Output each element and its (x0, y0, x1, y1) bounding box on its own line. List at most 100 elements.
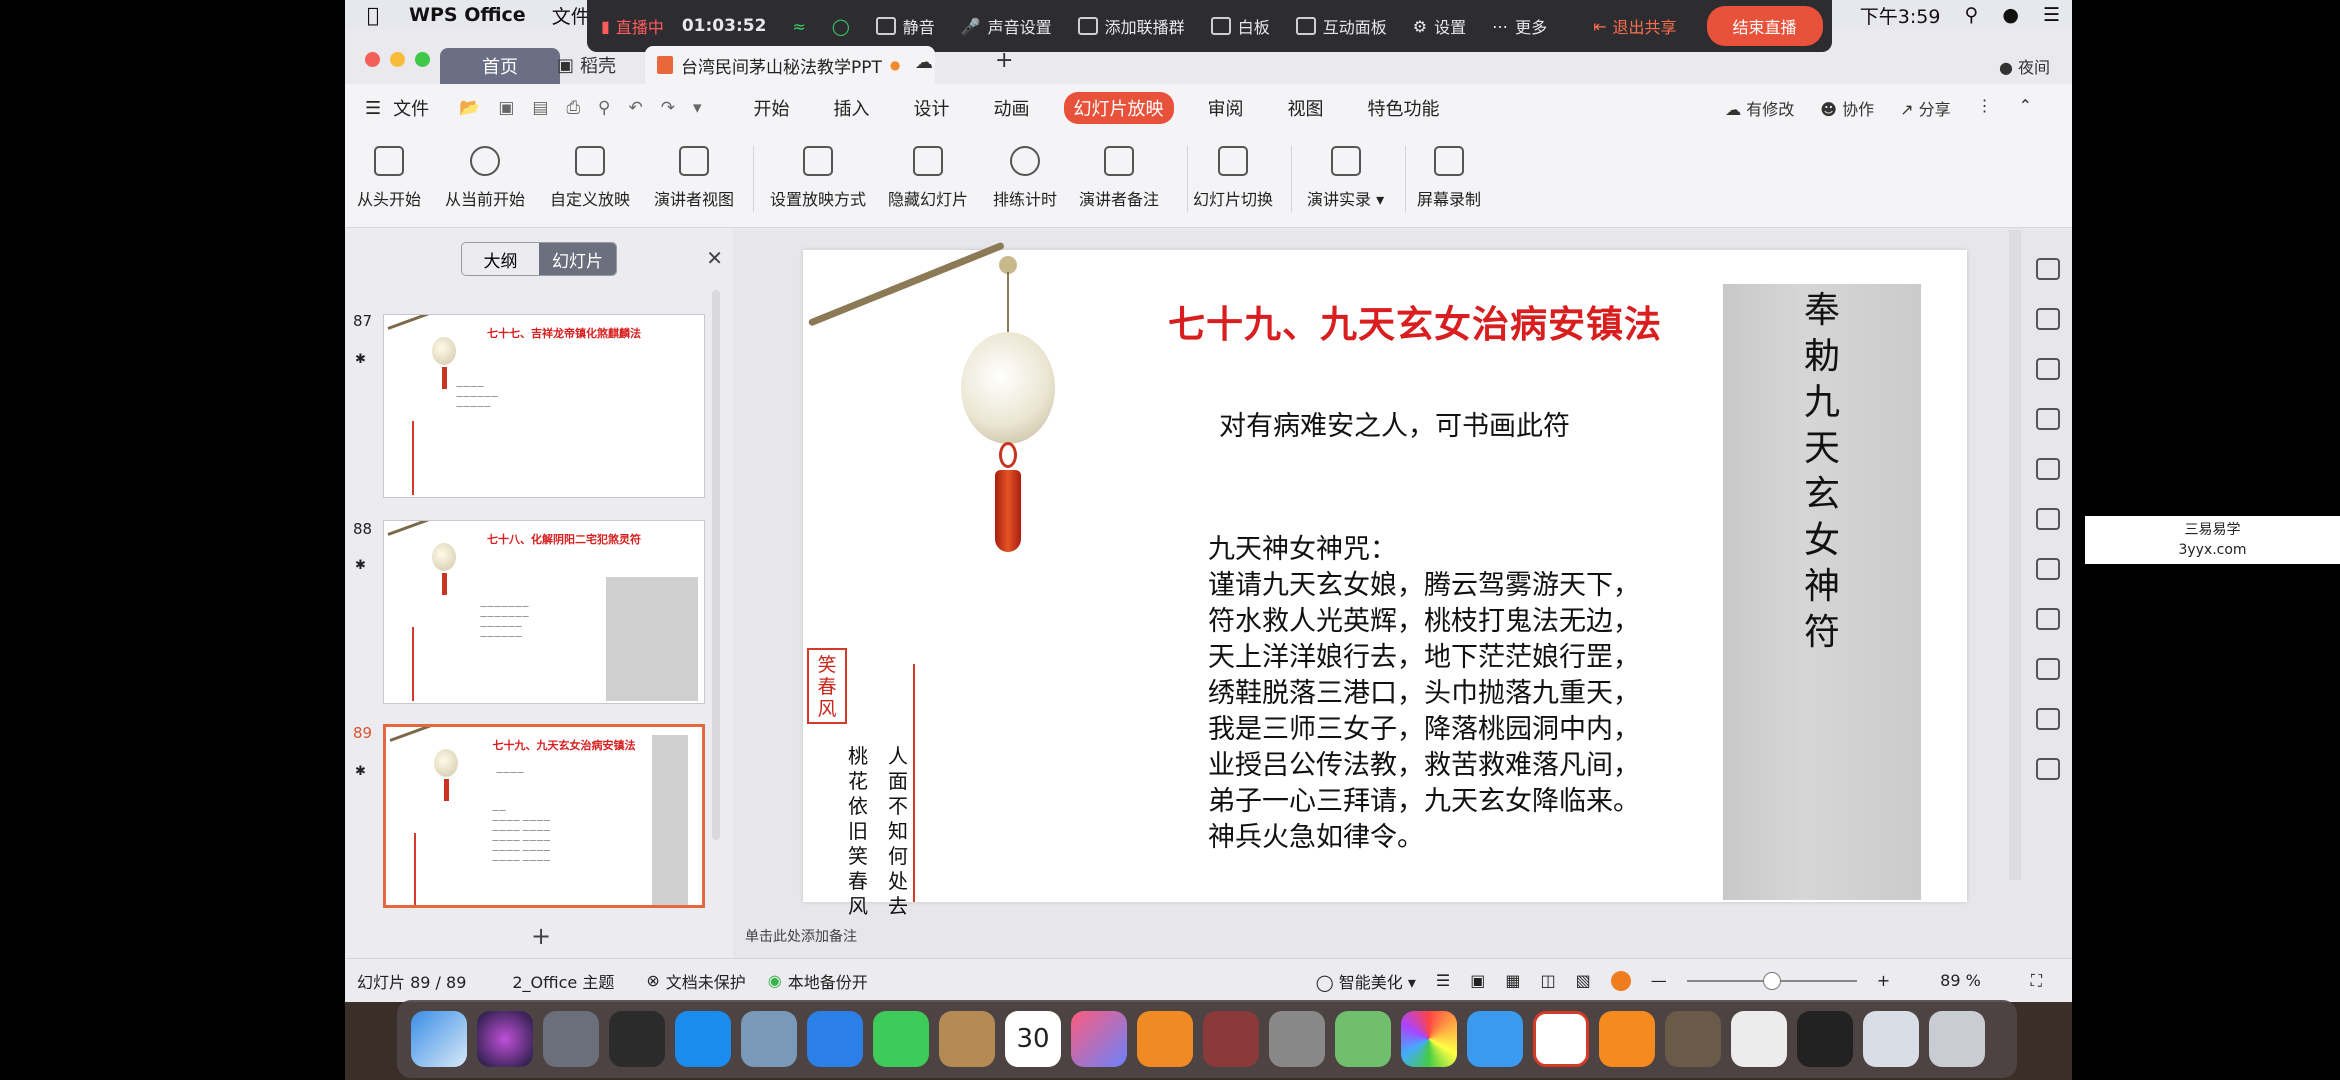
rehearse-button[interactable]: 排练计时 (993, 146, 1057, 210)
tab-template[interactable]: ▣ 稻壳 (557, 52, 616, 78)
open-icon[interactable]: 📂 (459, 98, 480, 118)
live-item-add-group[interactable]: 添加联播群 (1077, 14, 1185, 38)
image-icon[interactable] (2036, 708, 2060, 730)
new-tab-button[interactable]: + (995, 48, 1013, 73)
control-center-icon[interactable]: ☰ (2043, 4, 2060, 26)
live-item-mute[interactable]: 静音 (875, 14, 935, 38)
notes-placeholder[interactable]: 单击此处添加备注 (745, 926, 857, 946)
trash-icon[interactable] (1929, 1011, 1985, 1067)
style-icon[interactable] (2036, 308, 2060, 330)
terminal-icon[interactable] (1797, 1011, 1853, 1067)
fill-icon[interactable] (2036, 358, 2060, 380)
night-mode-button[interactable]: ● 夜间 (1999, 54, 2050, 78)
slide-thumbnail-87[interactable]: 七十七、吉祥龙帝镇化煞麒麟法 ———— —————— ————— (383, 314, 705, 498)
mission-control-icon[interactable] (609, 1011, 665, 1067)
play-from-current-button[interactable]: 从当前开始 (445, 146, 525, 210)
slide-canvas[interactable]: 七十九、九天玄女治病安镇法 对有病难安之人，可书画此符 九天神女神咒： 谨请九天… (803, 241, 1967, 918)
redo-icon[interactable]: ↷ (661, 98, 675, 118)
live-item-settings[interactable]: ⚙ 设置 (1413, 14, 1466, 38)
beautify-button[interactable]: ◯ 智能美化 ▾ (1316, 969, 1416, 993)
zoom-slider-handle[interactable] (1762, 971, 1781, 990)
add-slide-button[interactable]: + (531, 922, 551, 950)
undo-icon[interactable]: ↶ (629, 98, 643, 118)
backup-status[interactable]: ◉ 本地备份开 (768, 969, 868, 993)
notes-toggle-icon[interactable]: ☰ (1436, 971, 1450, 990)
adjust-icon[interactable] (2036, 608, 2060, 630)
minimize-window-button[interactable] (390, 52, 405, 67)
close-window-button[interactable] (365, 52, 380, 67)
hide-slide-button[interactable]: 隐藏幻灯片 (888, 146, 968, 210)
copy-icon[interactable] (2036, 508, 2060, 530)
file-icon[interactable] (1731, 1011, 1787, 1067)
play-slideshow-icon[interactable] (1610, 970, 1631, 991)
custom-show-button[interactable]: 自定义放映 (550, 146, 630, 210)
file-menu-button[interactable]: ☰ 文件 (365, 95, 429, 121)
protect-status[interactable]: ⊗ 文档未保护 (646, 969, 745, 993)
save-icon[interactable]: ▣ (498, 98, 514, 118)
notes-app-icon[interactable] (939, 1011, 995, 1067)
modified-button[interactable]: ☁ 有修改 (1725, 96, 1794, 120)
music-icon[interactable] (1071, 1011, 1127, 1067)
collapse-ribbon-icon[interactable]: ⌃ (2019, 96, 2032, 120)
live-item-more[interactable]: ⋯ 更多 (1492, 14, 1547, 38)
messenger-icon[interactable] (1467, 1011, 1523, 1067)
tab-features[interactable]: 特色功能 (1368, 95, 1440, 121)
pin-icon[interactable] (2036, 558, 2060, 580)
layer-icon[interactable] (2036, 408, 2060, 430)
reading-view-icon[interactable]: ◫ (1540, 971, 1555, 990)
live-item-interact[interactable]: 互动面板 (1295, 14, 1387, 38)
box-icon[interactable] (2036, 758, 2060, 780)
photo-booth-icon[interactable] (1203, 1011, 1259, 1067)
safari-icon[interactable] (807, 1011, 863, 1067)
file-menu[interactable]: 文件 (552, 2, 590, 29)
slide-scrollbar[interactable] (2009, 230, 2021, 880)
history-icon[interactable] (2036, 658, 2060, 680)
play-from-start-button[interactable]: 从头开始 (357, 146, 421, 210)
sorter-view-icon[interactable]: ▦ (1505, 971, 1520, 990)
tab-document[interactable]: 台湾民间茅山秘法教学PPT ● (645, 46, 935, 84)
exit-share-button[interactable]: ⇤ 退出共享 (1593, 14, 1676, 38)
screen-record-button[interactable]: 屏幕录制 (1417, 146, 1481, 210)
system-preferences-icon[interactable] (1269, 1011, 1325, 1067)
outline-view-icon[interactable]: ▧ (1576, 971, 1591, 990)
slide-body[interactable]: 九天神女神咒： 谨请九天玄女娘，腾云驾雾游天下， 符水救人光英辉，桃枝打鬼法无边… (1208, 532, 1640, 856)
live-item-sound[interactable]: 🎤 声音设置 (961, 14, 1052, 38)
presenter-view-button[interactable]: 演讲者视图 (654, 146, 734, 210)
zoom-slider[interactable] (1686, 971, 1857, 990)
shape-icon[interactable] (2036, 258, 2060, 280)
clock[interactable]: 下午3:59 (1860, 2, 1941, 29)
collab-button[interactable]: ☻ 协作 (1820, 96, 1874, 120)
tab-start[interactable]: 开始 (754, 95, 790, 121)
export-icon[interactable]: ▤ (532, 98, 548, 118)
slide-transition-button[interactable]: 幻灯片切换 (1193, 146, 1273, 210)
more-options-icon[interactable]: ⋮ (1977, 96, 1993, 120)
close-icon[interactable]: ✕ (706, 246, 723, 270)
tab-slideshow[interactable]: 幻灯片放映 (1063, 92, 1174, 124)
tab-slides[interactable]: 幻灯片 (539, 243, 616, 275)
tab-animation[interactable]: 动画 (994, 95, 1030, 121)
calendar-icon[interactable]: 30 (1005, 1011, 1061, 1067)
launchpad-icon[interactable] (543, 1011, 599, 1067)
tab-review[interactable]: 审阅 (1208, 95, 1244, 121)
speaker-notes-button[interactable]: 演讲者备注 (1079, 146, 1159, 210)
wps-icon[interactable] (1533, 1011, 1589, 1067)
dropdown-icon[interactable]: ▾ (693, 98, 702, 118)
tab-insert[interactable]: 插入 (834, 95, 870, 121)
share-button[interactable]: ↗ 分享 (1900, 96, 1951, 120)
slide-thumbnail-88[interactable]: 七十八、化解阴阳二宅犯煞灵符 ——————— ——————— —————— —————… (383, 520, 705, 704)
finder-icon[interactable] (411, 1011, 467, 1067)
zoom-in-button[interactable]: + (1877, 971, 1890, 990)
show-settings-button[interactable]: 设置放映方式 (770, 146, 866, 210)
siri-dock-icon[interactable] (477, 1011, 533, 1067)
tab-outline[interactable]: 大纲 (462, 243, 539, 275)
target-icon[interactable] (2036, 458, 2060, 480)
siri-icon[interactable]: ● (2002, 4, 2019, 26)
app-store-icon[interactable] (675, 1011, 731, 1067)
end-live-button[interactable]: 结束直播 (1706, 6, 1823, 46)
tab-design[interactable]: 设计 (914, 95, 950, 121)
books-icon[interactable] (1137, 1011, 1193, 1067)
live-app-icon[interactable] (1599, 1011, 1655, 1067)
fit-window-icon[interactable]: ⛶ (2031, 971, 2042, 991)
theme-name[interactable]: 2_Office 主题 (512, 969, 614, 993)
normal-view-icon[interactable]: ▣ (1470, 971, 1485, 990)
